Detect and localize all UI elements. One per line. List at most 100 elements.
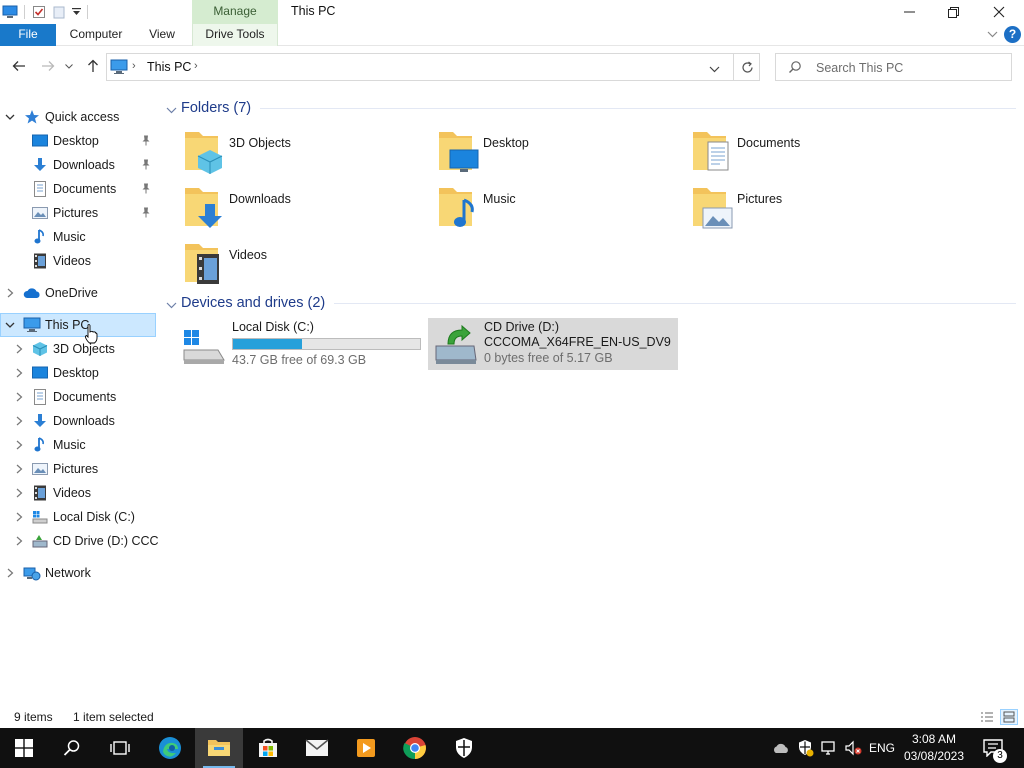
tab-view[interactable]: View [140,24,184,46]
refresh-button[interactable] [733,54,761,80]
minimize-button[interactable] [886,0,932,24]
microsoft-store-icon [259,738,277,757]
search-input[interactable]: Search This PC [775,53,1012,81]
breadcrumb-separator[interactable]: › [194,60,198,72]
taskbar-clock[interactable]: 3:08 AM 03/08/2023 [896,731,972,765]
properties-icon[interactable] [29,3,49,21]
nav-onedrive[interactable]: OneDrive [0,281,156,305]
store-taskbar-button[interactable] [244,728,292,768]
nav-pc-desktop[interactable]: Desktop [0,361,156,385]
nav-pc-videos[interactable]: Videos [0,481,156,505]
breadcrumb-this-pc[interactable]: This PC [147,60,191,74]
recent-locations-button[interactable] [62,56,76,76]
tab-drive-tools[interactable]: Drive Tools [192,24,278,46]
address-bar[interactable]: › This PC › [106,53,760,81]
nav-pc-pictures[interactable]: Pictures [0,457,156,481]
search-taskbar-button[interactable] [48,728,96,768]
tab-file[interactable]: File [0,24,56,46]
nav-network[interactable]: Network [0,561,156,585]
chrome-taskbar-button[interactable] [391,728,439,768]
manage-tab-group: Manage [192,0,278,24]
nav-qa-music[interactable]: Music [0,225,156,249]
new-folder-icon[interactable] [49,3,69,21]
group-title: Folders (7) [181,100,252,116]
nav-label: Downloads [53,158,115,172]
nav-this-pc[interactable]: This PC [0,313,156,337]
expand-chevron-icon[interactable] [13,511,25,523]
drive-tile-cd-drive[interactable]: CD Drive (D:) CCCOMA_X64FRE_EN-US_DV9 0 … [428,318,678,370]
help-icon[interactable]: ? [1004,26,1021,43]
folder-tile-videos[interactable]: Videos [182,240,432,292]
expand-ribbon-chevron-icon[interactable] [987,27,998,41]
restore-button[interactable] [930,0,976,24]
nav-qa-downloads[interactable]: Downloads [0,153,156,177]
close-button[interactable] [976,0,1022,24]
folders-group-header[interactable]: Folders (7) [166,98,251,118]
drives-group-header[interactable]: Devices and drives (2) [166,293,325,313]
nav-pc-downloads[interactable]: Downloads [0,409,156,433]
nav-qa-desktop[interactable]: Desktop [0,129,156,153]
expand-chevron-icon[interactable] [13,391,25,403]
this-pc-window-icon[interactable] [0,3,20,21]
nav-pc-cd-drive[interactable]: CD Drive (D:) CCCO [0,529,158,553]
forward-button[interactable] [38,56,58,76]
start-button[interactable] [0,728,48,768]
nav-pc-music[interactable]: Music [0,433,156,457]
folder-tile-3d-objects[interactable]: 3D Objects [182,128,432,180]
drive-free-space: 43.7 GB free of 69.3 GB [232,353,367,367]
mail-taskbar-button[interactable] [293,728,341,768]
expand-chevron-icon[interactable] [13,463,25,475]
folder-tile-documents[interactable]: Documents [690,128,940,180]
forward-arrow-icon [42,61,55,71]
defender-warning-tray-icon[interactable] [794,728,816,768]
drive-tile-local-disk[interactable]: Local Disk (C:) 43.7 GB free of 69.3 GB [176,318,426,370]
media-player-taskbar-button[interactable] [342,728,390,768]
nav-pc-3d-objects[interactable]: 3D Objects [0,337,156,361]
folder-tile-downloads[interactable]: Downloads [182,184,432,236]
expand-chevron-icon[interactable] [13,439,25,451]
details-view-button[interactable] [978,709,996,725]
tiles-view-button[interactable] [1000,709,1018,725]
collapse-chevron-icon[interactable] [4,319,16,331]
network-tray-icon[interactable] [818,728,840,768]
taskbar: ENG 3:08 AM 03/08/2023 [0,728,1024,768]
tab-computer[interactable]: Computer [60,24,132,46]
customize-toolbar-chevron-icon[interactable] [69,3,83,21]
onedrive-tray-icon[interactable] [770,728,792,768]
navigation-pane: Quick access Desktop Downloads Documents… [0,100,158,700]
collapse-chevron-icon[interactable] [166,298,177,312]
up-button[interactable] [83,56,103,76]
task-view-button[interactable] [96,728,144,768]
security-taskbar-button[interactable] [440,728,488,768]
nav-qa-videos[interactable]: Videos [0,249,156,273]
file-explorer-taskbar-button[interactable] [195,728,243,768]
edge-taskbar-button[interactable] [146,728,194,768]
collapse-chevron-icon[interactable] [4,111,16,123]
nav-quick-access[interactable]: Quick access [0,105,156,129]
folder-tile-desktop[interactable]: Desktop [436,128,686,180]
refresh-icon [742,61,753,73]
breadcrumb-separator[interactable]: › [132,60,136,72]
3d-objects-folder-icon [182,128,230,176]
expand-chevron-icon[interactable] [13,343,25,355]
pictures-icon [31,460,49,478]
folder-tile-pictures[interactable]: Pictures [690,184,940,236]
expand-chevron-icon[interactable] [4,287,16,299]
nav-qa-pictures[interactable]: Pictures [0,201,156,225]
expand-chevron-icon[interactable] [13,535,25,547]
expand-chevron-icon[interactable] [4,567,16,579]
expand-chevron-icon[interactable] [13,415,25,427]
title-bar: Manage This PC [0,0,1024,24]
expand-chevron-icon[interactable] [13,487,25,499]
back-button[interactable] [9,56,29,76]
nav-pc-documents[interactable]: Documents [0,385,156,409]
volume-muted-tray-icon[interactable] [842,728,864,768]
address-history-dropdown[interactable] [709,62,720,76]
input-language-indicator[interactable]: ENG [866,728,898,768]
expand-chevron-icon[interactable] [13,367,25,379]
nav-pc-local-disk[interactable]: Local Disk (C:) [0,505,156,529]
nav-qa-documents[interactable]: Documents [0,177,156,201]
nav-label: Quick access [45,110,120,124]
collapse-chevron-icon[interactable] [166,103,177,117]
folder-tile-music[interactable]: Music [436,184,686,236]
